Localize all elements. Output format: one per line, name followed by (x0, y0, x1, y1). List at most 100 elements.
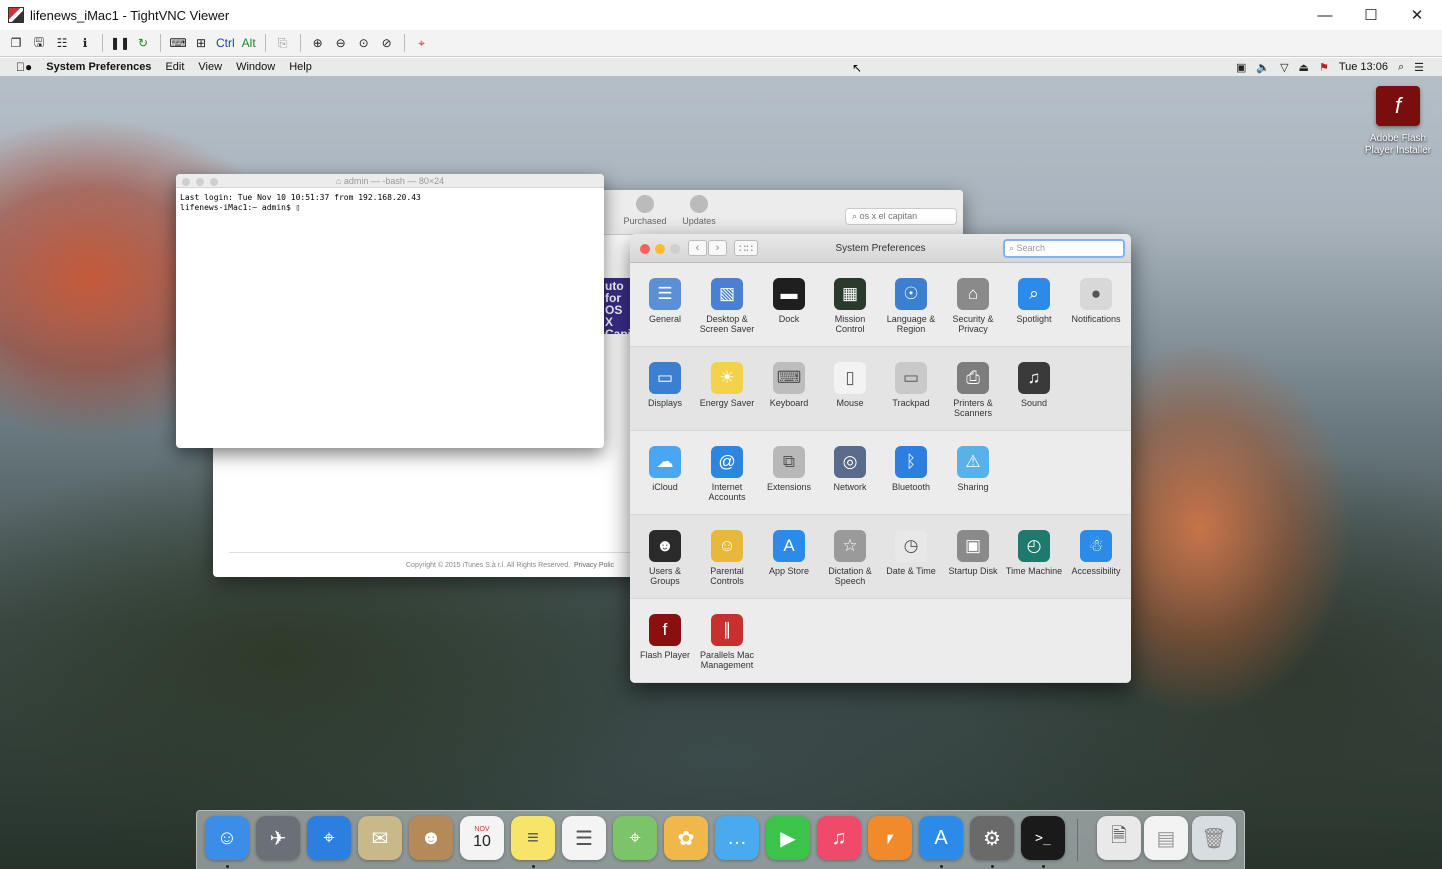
dock-reminders-icon[interactable]: ☰ (562, 816, 606, 860)
pane-users-groups[interactable]: ☻ Users & Groups (634, 515, 696, 586)
alt-key-button[interactable]: Alt (240, 33, 258, 53)
dock-facetime-icon[interactable]: ▶ (766, 816, 810, 860)
options-icon[interactable]: ☷ (52, 33, 72, 53)
menu-edit[interactable]: Edit (165, 61, 184, 73)
menu-clock[interactable]: Tue 13:06 (1339, 61, 1388, 73)
pane-row: ▭ Displays ☀ Energy Saver ⌨ Keyboard ▯ Mouse ▭ Tr… (630, 347, 1131, 431)
new-connection-icon[interactable]: ❐ (6, 33, 26, 53)
notification-center-icon[interactable]: ☰ (1414, 61, 1424, 74)
pane-network[interactable]: ◎ Network (819, 431, 881, 492)
transfer-files-icon[interactable]: ⎘ (273, 33, 293, 53)
pane-internet-accounts[interactable]: @ Internet Accounts (696, 431, 758, 502)
dock-terminal-icon[interactable]: >_ (1021, 816, 1065, 860)
dock-mail-icon[interactable]: ✉ (358, 816, 402, 860)
dock-launchpad-icon[interactable]: ✈ (256, 816, 300, 860)
spotlight-search-icon[interactable]: ⌕ (1398, 61, 1404, 74)
pane-label: Users & Groups (648, 566, 681, 586)
privacy-link[interactable]: Privacy Polic (574, 562, 614, 569)
pause-icon[interactable]: ❚❚ (110, 33, 130, 53)
dock-calendar-icon[interactable]: NOV 10 (460, 816, 504, 860)
pane-date-time[interactable]: ◷ Date & Time (880, 515, 942, 576)
dock-trash-icon[interactable]: 🗑 (1192, 816, 1236, 860)
pane-parallels[interactable]: ∥ Parallels Mac Management (696, 599, 758, 670)
dock-documents-stack-icon[interactable]: 🗎 (1097, 816, 1141, 860)
terminal-window[interactable]: ⌂ admin — -bash — 80×24 Last login: Tue … (176, 174, 604, 448)
pane-security-privacy[interactable]: ⌂ Security & Privacy (942, 263, 1004, 334)
zoom-out-icon[interactable]: ⊖ (331, 33, 351, 53)
menu-app-name[interactable]: System Preferences (46, 61, 151, 73)
zoom-in-icon[interactable]: ⊕ (308, 33, 328, 53)
wifi-icon[interactable]: ▽ (1280, 61, 1288, 74)
menu-help[interactable]: Help (289, 61, 312, 73)
pane-dock[interactable]: ▬ Dock (758, 263, 820, 324)
dock-app-store-icon[interactable]: A (919, 816, 963, 860)
pane-printers-scanners[interactable]: ⎙ Printers & Scanners (942, 347, 1004, 418)
volume-icon[interactable]: 🔈 (1256, 61, 1270, 74)
dock-system-preferences-icon[interactable]: ⚙ (970, 816, 1014, 860)
minimize-button[interactable]: — (1302, 0, 1348, 30)
pane-sound[interactable]: ♫ Sound (1003, 347, 1065, 408)
screen-sharing-icon[interactable]: ▣ (1236, 61, 1246, 74)
info-icon[interactable]: ℹ (75, 33, 95, 53)
dock-notes-icon[interactable]: ≡ (511, 816, 555, 860)
pane-bluetooth[interactable]: ᛒ Bluetooth (880, 431, 942, 492)
pane-desktop-screensaver[interactable]: ▧ Desktop & Screen Saver (696, 263, 758, 334)
tab-purchased[interactable]: Purchased (620, 195, 670, 226)
refresh-icon[interactable]: ↻ (133, 33, 153, 53)
pane-app-store[interactable]: A App Store (758, 515, 820, 576)
pane-keyboard[interactable]: ⌨ Keyboard (758, 347, 820, 408)
zoom-icon[interactable] (210, 178, 218, 186)
pane-sharing[interactable]: ⚠ Sharing (942, 431, 1004, 492)
zoom-fit-icon[interactable]: ⊘ (377, 33, 397, 53)
minimize-icon[interactable] (196, 178, 204, 186)
ctrl-key-button[interactable]: Ctrl (214, 33, 237, 53)
eject-icon[interactable]: ⏏ (1299, 61, 1309, 74)
pane-parental-controls[interactable]: ☺ Parental Controls (696, 515, 758, 586)
maximize-button[interactable]: ☐ (1348, 0, 1394, 30)
pane-language-region[interactable]: ☉ Language & Region (880, 263, 942, 334)
sysprefs-search-field[interactable]: ⌕ Search (1003, 239, 1125, 258)
dock-safari-icon[interactable]: ⌖ (307, 816, 351, 860)
dock-finder-icon[interactable]: ☺ (205, 816, 249, 860)
pane-icloud[interactable]: ☁ iCloud (634, 431, 696, 492)
pane-time-machine[interactable]: ◴ Time Machine (1003, 515, 1065, 576)
menu-view[interactable]: View (198, 61, 222, 73)
send-ctrl-alt-del-icon[interactable]: ⌨ (168, 33, 188, 53)
dock-ibooks-icon[interactable]: ⎖ (868, 816, 912, 860)
tab-updates[interactable]: Updates (674, 195, 724, 226)
el-capitan-banner[interactable]: uto for OS X Capita (603, 278, 633, 334)
dock-messages-icon[interactable]: … (715, 816, 759, 860)
desktop-item-flash-installer[interactable]: f Adobe Flash Player Installer (1358, 86, 1438, 157)
flag-icon[interactable]: ⚑ (1319, 61, 1329, 74)
dock-maps-icon[interactable]: ⌖ (613, 816, 657, 860)
send-ctrl-esc-icon[interactable]: ⊞ (191, 33, 211, 53)
pane-mission-control[interactable]: ▦ Mission Control (819, 263, 881, 334)
terminal-output[interactable]: Last login: Tue Nov 10 10:51:37 from 192… (176, 188, 604, 218)
remote-desktop[interactable]: ● System Preferences Edit View Window H… (0, 58, 1442, 869)
pane-dictation-speech[interactable]: ☆ Dictation & Speech (819, 515, 881, 586)
save-icon[interactable]: 🖫 (29, 33, 49, 53)
app-store-search-field[interactable]: ⌕ os x el capitan (845, 208, 957, 225)
pane-trackpad[interactable]: ▭ Trackpad (880, 347, 942, 408)
pane-notifications[interactable]: ● Notifications (1065, 263, 1127, 324)
apple-menu-icon[interactable]: ● (16, 60, 32, 74)
menu-window[interactable]: Window (236, 61, 275, 73)
pane-extensions[interactable]: ⧉ Extensions (758, 431, 820, 492)
dock-photos-icon[interactable]: ✿ (664, 816, 708, 860)
fullscreen-icon[interactable]: ⌖ (412, 33, 432, 53)
dock-downloads-stack-icon[interactable]: ▤ (1144, 816, 1188, 860)
dock-itunes-icon[interactable]: ♫ (817, 816, 861, 860)
zoom-100-icon[interactable]: ⊙ (354, 33, 374, 53)
system-preferences-window[interactable]: ‹ › ∷∷ System Preferences ⌕ Search ☰ Gene… (630, 234, 1131, 683)
pane-flash-player[interactable]: f Flash Player (634, 599, 696, 660)
close-button[interactable]: ✕ (1394, 0, 1440, 30)
dock-contacts-icon[interactable]: ☻ (409, 816, 453, 860)
pane-displays[interactable]: ▭ Displays (634, 347, 696, 408)
pane-accessibility[interactable]: ☃ Accessibility (1065, 515, 1127, 576)
pane-energy-saver[interactable]: ☀ Energy Saver (696, 347, 758, 408)
pane-spotlight[interactable]: ⌕ Spotlight (1003, 263, 1065, 324)
close-icon[interactable] (182, 178, 190, 186)
pane-general[interactable]: ☰ General (634, 263, 696, 324)
pane-startup-disk[interactable]: ▣ Startup Disk (942, 515, 1004, 576)
pane-mouse[interactable]: ▯ Mouse (819, 347, 881, 408)
